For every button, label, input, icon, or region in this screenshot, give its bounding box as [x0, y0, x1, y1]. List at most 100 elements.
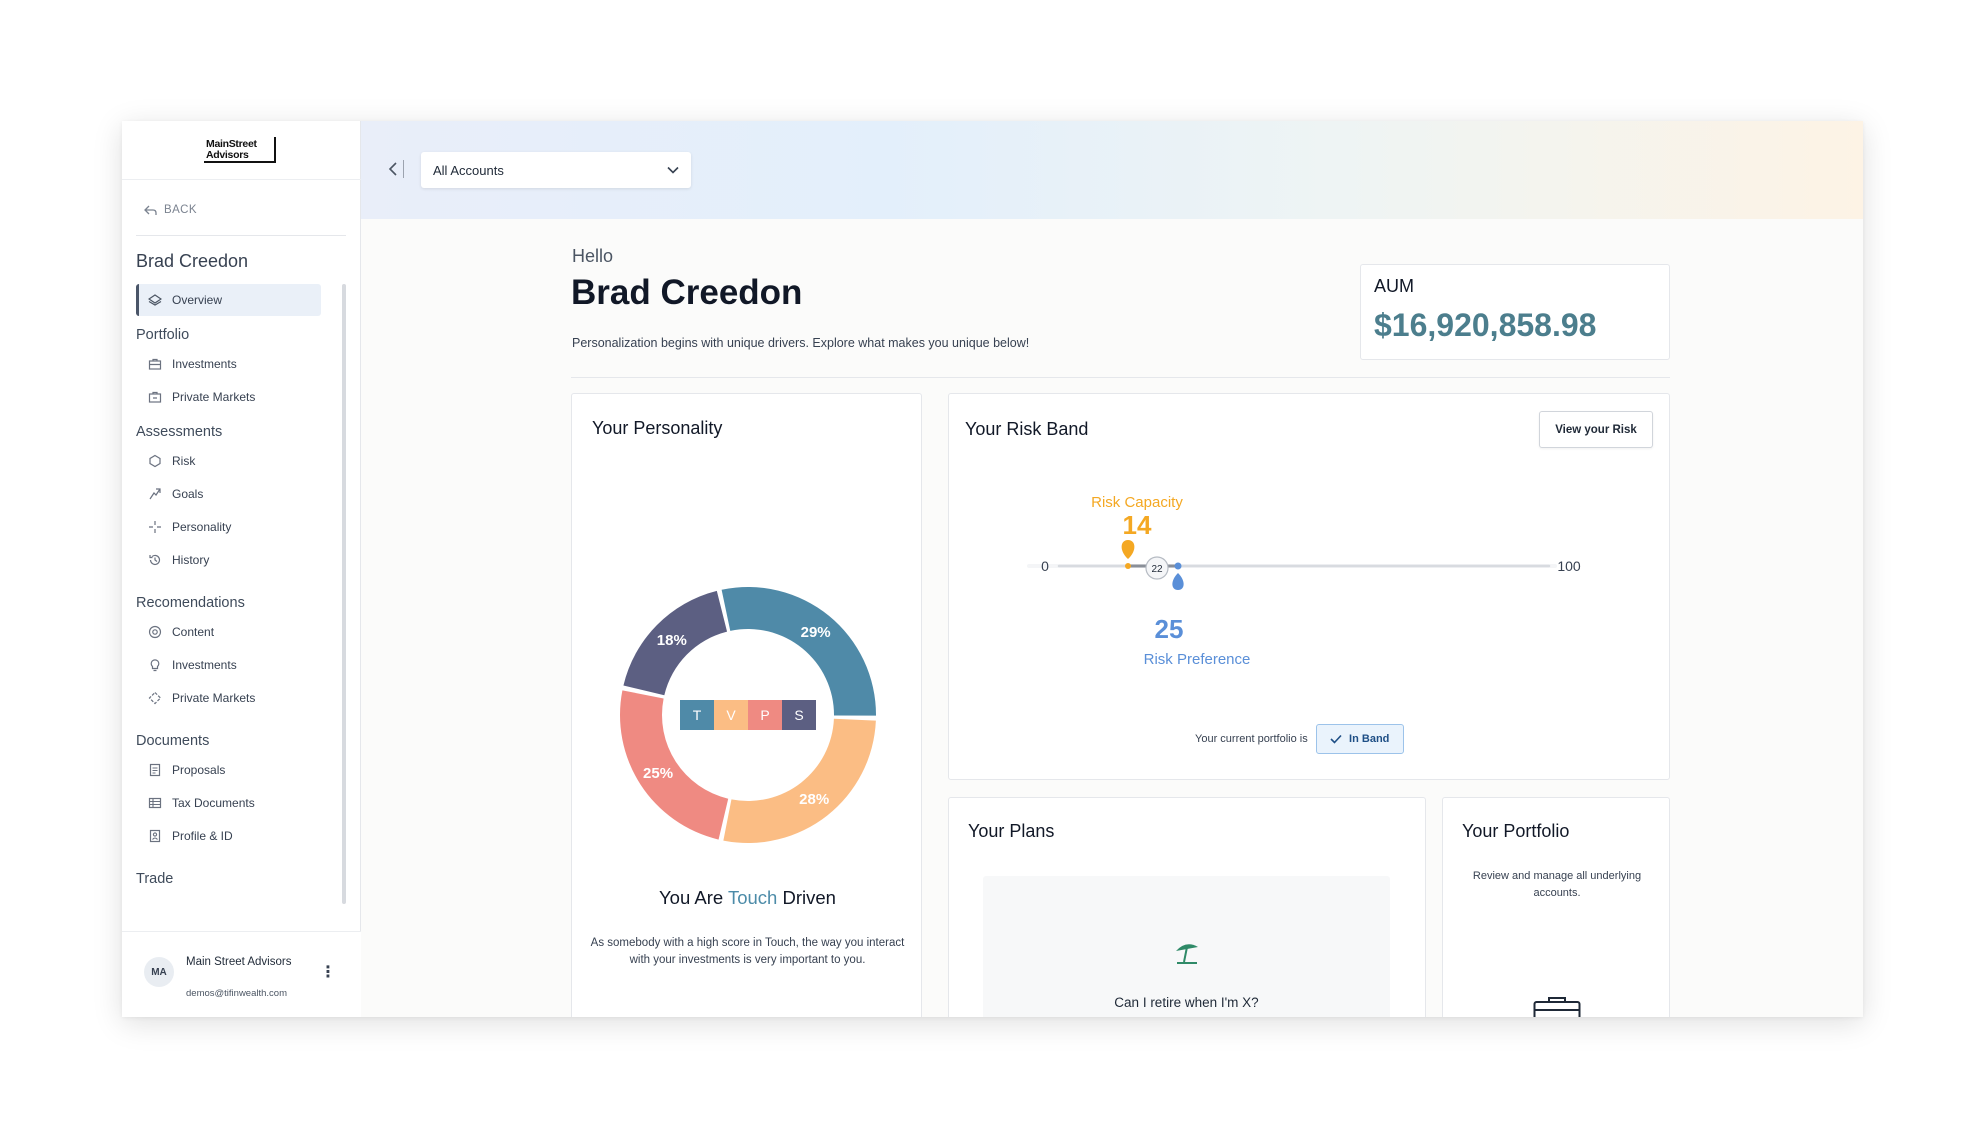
risk-band-card: Your Risk Band View your Risk 0 100 14 R… [948, 393, 1670, 780]
donut-center-letter-s: S [794, 707, 803, 723]
content-icon [148, 625, 162, 639]
sidebar-item-private-markets[interactable]: Private Markets [136, 381, 321, 413]
account-select[interactable]: All Accounts [421, 152, 691, 188]
sidebar-item-rec-investments[interactable]: Investments [136, 649, 321, 681]
beach-umbrella-icon [1176, 944, 1198, 964]
nav-section-recommendations: Recomendations [136, 595, 245, 611]
risk-capacity-value: 14 [1123, 510, 1152, 540]
risk-icon [148, 454, 162, 468]
risk-preference-value: 25 [1155, 614, 1184, 644]
sidebar-item-label: Investments [172, 357, 237, 371]
donut-label-t: 29% [801, 624, 831, 641]
sidebar-item-label: Goals [172, 487, 204, 501]
chevron-left-icon [388, 162, 397, 176]
sidebar-item-label: Risk [172, 454, 196, 468]
sidebar-item-tax-documents[interactable]: Tax Documents [136, 787, 321, 819]
sidebar-item-label: Investments [172, 658, 237, 672]
portfolio-card[interactable]: Your Portfolio Review and manage all und… [1442, 797, 1670, 1017]
chevron-down-icon [667, 166, 679, 174]
portfolio-status: Your current portfolio is In Band [1195, 724, 1404, 754]
brand-logo-line2: Advisors [206, 149, 249, 161]
donut-segment-t[interactable] [721, 587, 876, 716]
personality-donut-chart: 29% 28% 25% 18% T V P S [620, 587, 876, 843]
donut-label-s: 18% [657, 632, 687, 649]
id-card-icon [148, 829, 162, 843]
divider [122, 179, 361, 180]
risk-max-label: 100 [1557, 558, 1581, 574]
personality-description: As somebody with a high score in Touch, … [590, 937, 905, 966]
sidebar-item-rec-private-markets[interactable]: Private Markets [136, 682, 321, 714]
brand-logo[interactable]: MainStreet Advisors [204, 137, 276, 163]
divider [571, 377, 1670, 378]
back-link[interactable]: BACK [144, 204, 197, 216]
risk-preference-label: Risk Preference [1144, 651, 1251, 668]
nav-section-assessments: Assessments [136, 424, 223, 440]
portfolio-description: Review and manage all underlying account… [1472, 870, 1642, 899]
app-window: MainStreet Advisors BACK Brad Creedon Ov… [122, 121, 1863, 1017]
lightbulb-icon [148, 658, 162, 672]
client-name: Brad Creedon [136, 251, 249, 271]
tagline: Personalization begins with unique drive… [572, 336, 1030, 350]
plans-title: Your Plans [968, 821, 1055, 841]
sidebar-item-overview[interactable]: Overview [136, 284, 321, 316]
donut-center-letter-p: P [760, 707, 769, 723]
personality-type: You Are Touch Driven [572, 887, 921, 909]
risk-preference-marker[interactable] [1172, 573, 1184, 590]
diamond-icon [148, 691, 162, 705]
donut-segment-v[interactable] [723, 718, 876, 843]
sidebar-item-label: Private Markets [172, 390, 256, 404]
nav-section-portfolio: Portfolio [136, 327, 190, 343]
donut-label-v: 28% [799, 791, 829, 808]
main-content: Hello Brad Creedon Personalization begin… [361, 219, 1863, 1017]
goals-arrow-icon [148, 487, 162, 501]
account-select-value: All Accounts [433, 162, 504, 178]
sidebar-item-label: Proposals [172, 763, 226, 777]
sidebar-nav: Overview Portfolio Investments Private M… [122, 284, 361, 924]
document-icon [148, 763, 162, 777]
more-options-icon[interactable]: ⋮ [320, 962, 336, 982]
layers-icon [148, 293, 162, 307]
portfolio-status-text: Your current portfolio is [1195, 733, 1308, 745]
nav-section-documents: Documents [136, 733, 210, 749]
sidebar-item-label: Personality [172, 520, 232, 534]
plans-card[interactable]: Your Plans Can I retire when I'm X? [948, 797, 1426, 1017]
sidebar-item-proposals[interactable]: Proposals [136, 754, 321, 786]
top-header: All Accounts [361, 121, 1863, 219]
sidebar-item-label: Tax Documents [172, 796, 255, 810]
divider [136, 235, 346, 236]
sidebar-item-label: Content [172, 625, 215, 639]
sidebar-item-history[interactable]: History [136, 544, 321, 576]
donut-label-p: 25% [643, 765, 673, 782]
sidebar-item-label: History [172, 553, 210, 567]
aum-card: AUM $16,920,858.98 [1360, 264, 1670, 360]
sidebar-scrollbar[interactable] [342, 284, 346, 904]
aum-value: $16,920,858.98 [1374, 307, 1597, 343]
back-arrow-icon [144, 205, 157, 215]
avatar[interactable]: MA [144, 957, 174, 987]
sidebar-item-risk[interactable]: Risk [136, 445, 321, 477]
current-portfolio-value: 22 [1151, 564, 1163, 575]
user-email: demos@tifinwealth.com [186, 988, 287, 999]
portfolio-title: Your Portfolio [1462, 821, 1570, 841]
personality-title: Your Personality [592, 418, 723, 438]
check-icon [1330, 734, 1342, 744]
user-name: Main Street Advisors [186, 956, 292, 968]
sidebar-item-label: Private Markets [172, 691, 256, 705]
sidebar-item-investments[interactable]: Investments [136, 348, 321, 380]
sidebar-item-goals[interactable]: Goals [136, 478, 321, 510]
status-badge: In Band [1315, 724, 1404, 754]
sidebar-item-profile-id[interactable]: Profile & ID [136, 820, 321, 852]
sparkle-icon [148, 520, 162, 534]
risk-capacity-marker[interactable] [1121, 540, 1135, 559]
donut-center-letter-v: V [726, 707, 736, 723]
plan-tile[interactable]: Can I retire when I'm X? [983, 876, 1390, 1017]
briefcase-icon [148, 357, 162, 371]
sidebar-item-content[interactable]: Content [136, 616, 321, 648]
sidebar-item-personality[interactable]: Personality [136, 511, 321, 543]
page-title: Brad Creedon [571, 273, 803, 312]
greeting-hello: Hello [572, 246, 614, 266]
collapse-sidebar-button[interactable] [388, 159, 408, 179]
back-label: BACK [164, 204, 197, 216]
personality-card[interactable]: Your Personality 29% 28% 25% 18% T V P S You Ar… [571, 393, 922, 1017]
risk-min-label: 0 [1041, 558, 1049, 574]
